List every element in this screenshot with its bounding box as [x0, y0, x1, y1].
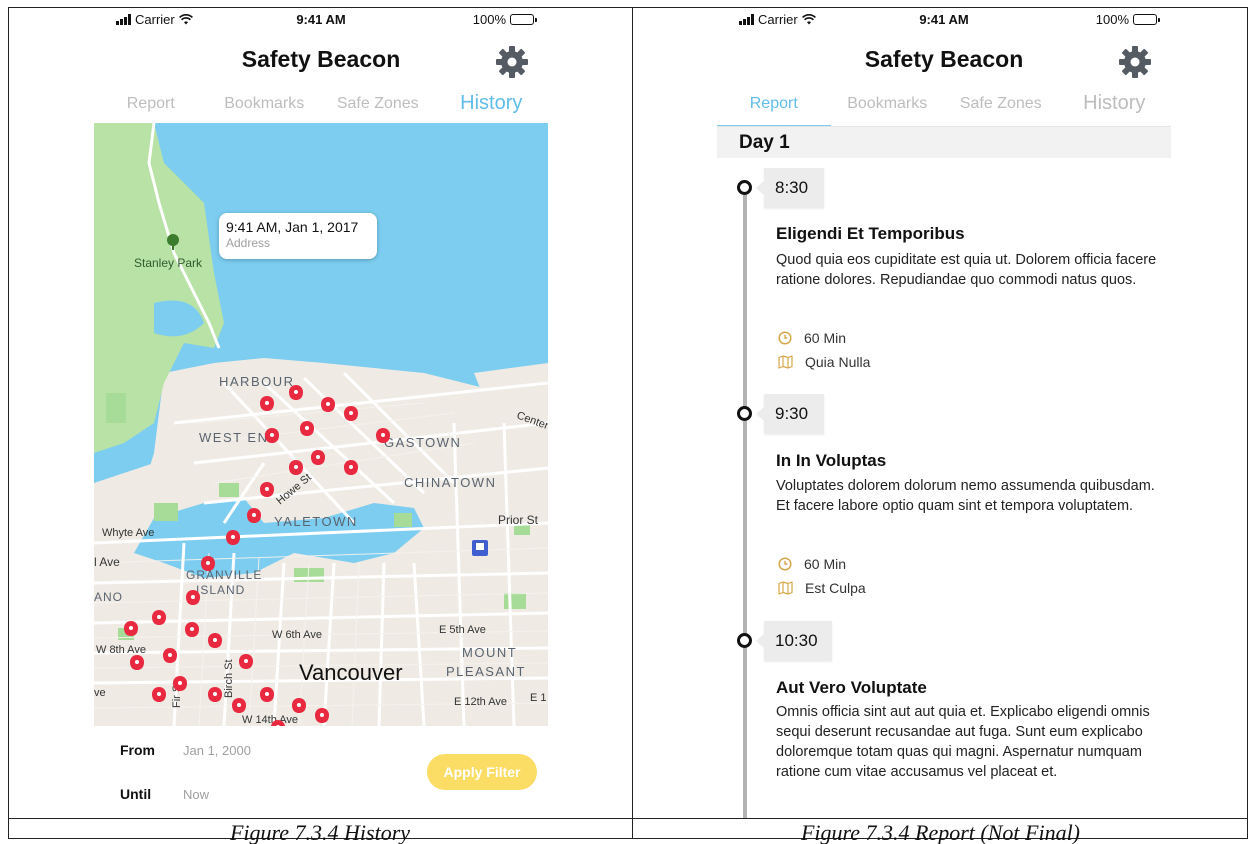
label-l-ave: l Ave — [94, 555, 120, 569]
label-island: ISLAND — [196, 583, 245, 597]
label-birch: Birch St — [223, 659, 235, 698]
tab-report[interactable]: Report — [717, 90, 831, 128]
timeline-line — [743, 186, 747, 818]
clock-icon — [778, 557, 792, 571]
caption-history: Figure 7.3.4 History — [229, 820, 411, 844]
tab-bar: Report Bookmarks Safe Zones History — [94, 90, 549, 128]
label-vancouver: Vancouver — [299, 660, 403, 685]
battery-indicator: 100% — [473, 12, 537, 27]
timeline-node — [737, 180, 752, 195]
history-screen: Carrier 9:41 AM 100% Safety Beacon Repor… — [94, 8, 548, 818]
gear-icon[interactable] — [1117, 44, 1153, 80]
tooltip-time: 9:41 AM, Jan 1, 2017 — [226, 219, 359, 235]
tab-safe-zones[interactable]: Safe Zones — [321, 90, 435, 124]
battery-icon — [1133, 14, 1160, 25]
label-yaletown: YALETOWN — [274, 514, 358, 529]
clock-icon — [778, 331, 792, 345]
event-title[interactable]: Eligendi Et Temporibus — [776, 224, 965, 244]
until-label: Until — [120, 786, 152, 802]
event-duration: 60 Min — [778, 556, 846, 572]
map-icon — [778, 355, 793, 369]
label-pleasant: PLEASANT — [446, 664, 526, 679]
event-time: 8:30 — [756, 168, 824, 208]
tab-bookmarks[interactable]: Bookmarks — [208, 90, 322, 124]
caption-divider — [8, 818, 1248, 819]
until-field[interactable]: Now — [183, 787, 209, 802]
apply-filter-button[interactable]: Apply Filter — [427, 754, 537, 790]
tab-safe-zones[interactable]: Safe Zones — [944, 90, 1058, 124]
status-bar: Carrier 9:41 AM 100% — [94, 8, 548, 30]
tab-report[interactable]: Report — [94, 90, 208, 124]
event-description: Omnis officia sint aut aut quia et. Expl… — [776, 704, 1150, 780]
label-e5: E 5th Ave — [439, 624, 486, 636]
label-whyte-ave: Whyte Ave — [102, 527, 154, 539]
from-field[interactable]: Jan 1, 2000 — [183, 743, 251, 758]
battery-icon — [510, 14, 537, 25]
label-w14: W 14th Ave — [242, 714, 298, 726]
event-time: 9:30 — [756, 394, 824, 434]
event-time: 10:30 — [756, 621, 832, 661]
from-label: From — [120, 742, 155, 758]
label-chinatown: CHINATOWN — [404, 475, 496, 490]
timeline-node — [737, 406, 752, 421]
event-description: Voluptates dolorem dolorum nemo assumend… — [776, 478, 1155, 514]
map-icon — [778, 581, 793, 595]
label-gastown: GASTOWN — [384, 435, 461, 450]
event-location: Quia Nulla — [778, 354, 870, 370]
label-w6: W 6th Ave — [272, 629, 322, 641]
label-e12: E 12th Ave — [454, 696, 507, 708]
gear-icon[interactable] — [494, 44, 530, 80]
label-w8: W 8th Ave — [96, 644, 146, 656]
label-mount: MOUNT — [462, 645, 517, 660]
tooltip-address: Address — [226, 236, 271, 250]
report-screen: Carrier 9:41 AM 100% Safety Beacon Repor… — [717, 8, 1171, 818]
tab-history[interactable]: History — [434, 90, 549, 128]
tab-history[interactable]: History — [1058, 90, 1172, 124]
event-description: Quod quia eos cupiditate est quia ut. Do… — [776, 252, 1157, 288]
label-granville: GRANVILLE — [186, 568, 262, 582]
app-title: Safety Beacon — [241, 46, 401, 72]
caption-report: Figure 7.3.4 Report (Not Final) — [800, 820, 1081, 844]
event-location: Est Culpa — [778, 580, 866, 596]
label-harbour: HARBOUR — [219, 374, 295, 389]
event-title[interactable]: In In Voluptas — [776, 451, 886, 471]
event-duration: 60 Min — [778, 330, 846, 346]
timeline-node — [737, 633, 752, 648]
label-prior-st: Prior St — [498, 513, 539, 527]
label-e1: E 1 — [530, 692, 547, 704]
label-stanley-park: Stanley Park — [134, 256, 203, 270]
status-bar: Carrier 9:41 AM 100% — [717, 8, 1171, 30]
app-title: Safety Beacon — [864, 46, 1024, 72]
battery-indicator: 100% — [1096, 12, 1160, 27]
column-divider — [632, 7, 633, 839]
tab-bar: Report Bookmarks Safe Zones History — [717, 90, 1172, 128]
label-ve: ve — [94, 687, 106, 699]
event-title[interactable]: Aut Vero Voluptate — [776, 678, 927, 698]
map-tooltip[interactable]: 9:41 AM, Jan 1, 2017 Address — [219, 213, 377, 259]
label-ano: ANO — [94, 590, 123, 604]
tab-bookmarks[interactable]: Bookmarks — [831, 90, 945, 124]
day-header: Day 1 — [717, 126, 1171, 158]
